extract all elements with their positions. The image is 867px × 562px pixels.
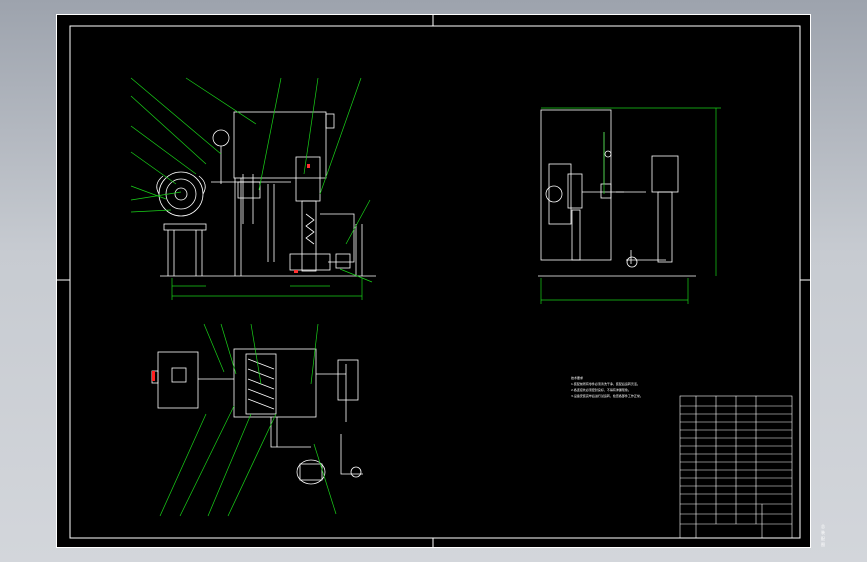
drawing-sheet: 技术要求 1.装配前所有零件必须清洗干净，装配后运转灵活。 2.各连接处必须密封… <box>56 14 825 548</box>
side-view <box>538 109 696 277</box>
front-view <box>156 111 376 277</box>
viewport-background: 技术要求 1.装配前所有零件必须清洗干净，装配后运转灵活。 2.各连接处必须密封… <box>0 0 867 562</box>
technical-notes: 技术要求 1.装配前所有零件必须清洗干净，装配后运转灵活。 2.各连接处必须密封… <box>571 375 643 399</box>
drawing-border <box>56 14 811 548</box>
notes-line-3: 3.设备安装完毕后进行试运转，检查各部件工作正常。 <box>571 394 643 398</box>
title-block <box>679 395 793 539</box>
top-view-leaders <box>159 323 337 517</box>
top-view-highlight <box>152 371 155 381</box>
drawing-title: 总装配图 <box>821 524 825 547</box>
cad-drawing <box>56 14 811 548</box>
